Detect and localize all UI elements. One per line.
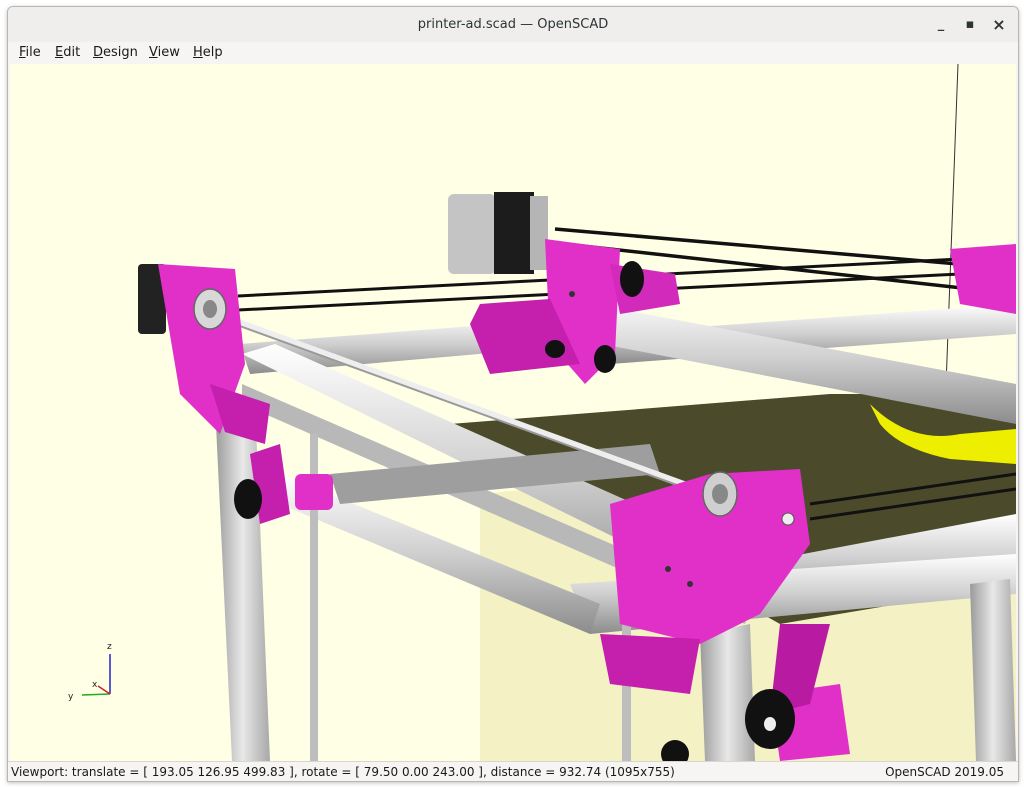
menu-bar: File Edit Design View Help bbox=[8, 42, 1018, 64]
menu-view[interactable]: View bbox=[149, 42, 180, 64]
menu-help-mnemonic: H bbox=[193, 45, 203, 60]
front-pulley-hub bbox=[712, 484, 728, 504]
viewport-status: Viewport: translate = [ 193.05 126.95 49… bbox=[11, 765, 675, 779]
bolt-front bbox=[781, 512, 795, 526]
motor-top-cap bbox=[530, 196, 548, 270]
menu-file[interactable]: File bbox=[19, 42, 41, 64]
wheel-bottom-hub bbox=[764, 717, 776, 731]
center-post bbox=[700, 624, 755, 761]
x-axis bbox=[97, 685, 111, 695]
bolt-corner-1 bbox=[687, 581, 693, 587]
menu-design-label: esign bbox=[103, 45, 138, 60]
minimize-button[interactable]: _ bbox=[932, 16, 950, 34]
menu-design-mnemonic: D bbox=[93, 45, 104, 60]
version-label: OpenSCAD 2019.05 bbox=[885, 765, 1004, 779]
menu-edit-mnemonic: E bbox=[55, 45, 64, 60]
wheel-top bbox=[620, 261, 644, 297]
wheel-left bbox=[545, 340, 565, 358]
openscad-window: printer-ad.scad — OpenSCAD _ ▪ × File Ed… bbox=[7, 6, 1019, 782]
menu-help-label: elp bbox=[202, 45, 223, 60]
bolt-corner-2 bbox=[665, 566, 671, 572]
maximize-button[interactable]: ▪ bbox=[961, 16, 979, 34]
rod-clamp bbox=[295, 474, 333, 510]
left-pulley-hub bbox=[203, 300, 217, 318]
motor-top-case bbox=[448, 194, 496, 274]
window-title: printer-ad.scad — OpenSCAD bbox=[417, 17, 609, 32]
menu-file-label: ile bbox=[25, 45, 41, 60]
y-axis bbox=[81, 693, 111, 696]
wheel-mid bbox=[594, 345, 616, 373]
menu-help[interactable]: Help bbox=[193, 42, 223, 64]
y-axis-label: y bbox=[68, 692, 74, 702]
status-bar: Viewport: translate = [ 193.05 126.95 49… bbox=[8, 761, 1018, 781]
viewport-scene: z x y bbox=[68, 64, 1016, 761]
menu-design[interactable]: Design bbox=[93, 42, 138, 64]
x-axis-label: x bbox=[92, 680, 98, 690]
wheel-left-post bbox=[234, 479, 262, 519]
menu-edit-label: dit bbox=[63, 45, 81, 60]
3d-viewport[interactable]: z x y bbox=[10, 64, 1016, 761]
title-bar[interactable]: printer-ad.scad — OpenSCAD _ ▪ × bbox=[8, 7, 1018, 43]
idler-block bbox=[610, 264, 680, 314]
z-axis-label: z bbox=[107, 642, 112, 652]
close-button[interactable]: × bbox=[990, 16, 1008, 34]
menu-view-label: iew bbox=[157, 45, 180, 60]
bolt-carriage bbox=[569, 291, 575, 297]
menu-edit[interactable]: Edit bbox=[55, 42, 80, 64]
right-corner-bracket bbox=[950, 244, 1016, 314]
motor-top-body bbox=[494, 192, 534, 274]
menu-view-mnemonic: V bbox=[149, 45, 158, 60]
right-post bbox=[970, 579, 1016, 761]
